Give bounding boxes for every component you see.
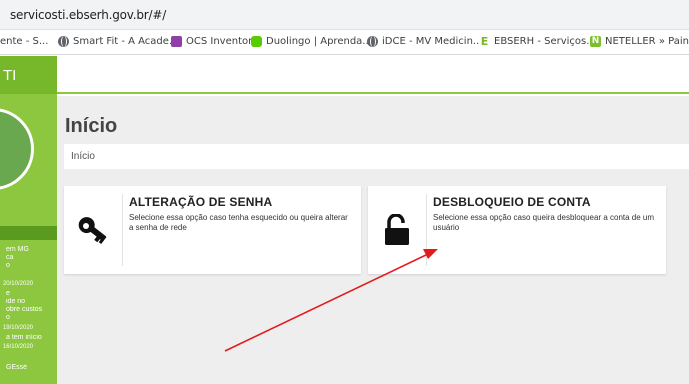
annotation-arrow (224, 249, 438, 352)
